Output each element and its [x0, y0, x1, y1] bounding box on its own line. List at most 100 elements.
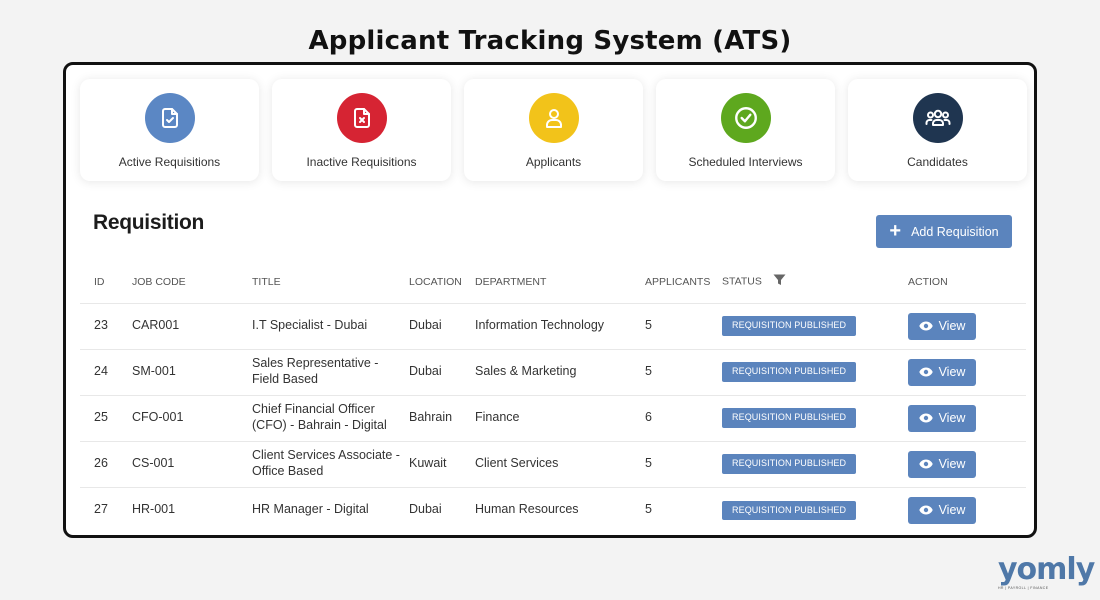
card-label: Active Requisitions [118, 155, 221, 169]
add-requisition-button[interactable]: + Add Requisition [876, 215, 1012, 248]
cell-title: HR Manager - Digital [252, 486, 409, 533]
view-label: View [938, 365, 966, 379]
cell-action: View [908, 486, 1026, 533]
cell-title: I.T Specialist - Dubai [252, 302, 409, 349]
column-header-applicants: APPLICANTS [645, 275, 711, 288]
card-label: Candidates [907, 155, 968, 169]
cell-status: REQUISITION PUBLISHED [722, 348, 908, 395]
status-badge: REQUISITION PUBLISHED [722, 316, 857, 336]
column-header-id: ID [94, 275, 105, 288]
cell-action: View [908, 440, 1026, 487]
card-inactive-requisitions[interactable]: Inactive Requisitions [272, 79, 451, 181]
column-header-location: LOCATION [409, 275, 462, 288]
check-circle-icon [720, 93, 771, 143]
cell-job-code: HR-001 [132, 486, 252, 533]
eye-icon [918, 367, 933, 377]
cell-department: Client Services [475, 440, 645, 487]
column-header-status: STATUS [722, 261, 908, 303]
cell-id: 25 [80, 394, 132, 441]
document-x-icon [336, 93, 387, 143]
user-icon [528, 93, 579, 143]
view-label: View [938, 319, 966, 333]
view-button[interactable]: View [908, 404, 976, 432]
cell-title: Client Services Associate - Office Based [252, 440, 409, 487]
cell-department: Finance [475, 394, 645, 441]
filter-icon[interactable] [773, 274, 786, 289]
view-button[interactable]: View [908, 312, 976, 340]
cell-applicants: 5 [645, 348, 722, 395]
status-header-label: STATUS [722, 275, 762, 288]
cell-job-code: CAR001 [132, 302, 252, 349]
view-label: View [938, 503, 966, 518]
card-active-requisitions[interactable]: Active Requisitions [80, 79, 259, 181]
cell-status: REQUISITION PUBLISHED [722, 302, 908, 349]
view-button[interactable]: View [908, 496, 976, 524]
cell-title: Chief Financial Officer (CFO) - Bahrain … [252, 394, 409, 441]
cell-job-code: SM-001 [132, 348, 252, 395]
yomly-logo: yomly HR | PAYROLL | FINANCE [998, 552, 1095, 591]
cell-applicants: 5 [645, 302, 722, 349]
table-header-row: ID JOB CODE TITLE LOCATION DEPARTMENT AP… [80, 261, 1026, 303]
card-label: Applicants [525, 155, 582, 169]
card-candidates[interactable]: Candidates [848, 79, 1027, 181]
card-applicants[interactable]: Applicants [464, 79, 643, 181]
document-check-icon [144, 93, 195, 143]
cell-location: Bahrain [409, 394, 475, 441]
cell-location: Dubai [409, 486, 475, 533]
view-label: View [938, 411, 966, 425]
table-row: 26 CS-001 Client Services Associate - Of… [80, 440, 1026, 487]
eye-icon [918, 505, 933, 515]
view-button[interactable]: View [908, 450, 976, 478]
cell-applicants: 6 [645, 394, 722, 441]
column-header-title: TITLE [252, 275, 281, 288]
app-window: Active Requisitions Inactive Requisition… [63, 62, 1037, 538]
cell-status: REQUISITION PUBLISHED [722, 486, 908, 533]
cell-job-code: CFO-001 [132, 394, 252, 441]
cell-status: REQUISITION PUBLISHED [722, 440, 908, 487]
cell-location: Dubai [409, 348, 475, 395]
status-badge: REQUISITION PUBLISHED [722, 362, 857, 382]
add-requisition-label: Add Requisition [911, 224, 999, 239]
cell-action: View [908, 302, 1026, 349]
cell-department: Sales & Marketing [475, 348, 645, 395]
column-header-job-code: JOB CODE [132, 275, 186, 288]
status-badge: REQUISITION PUBLISHED [722, 500, 857, 520]
cell-id: 26 [80, 440, 132, 487]
table-row: 23 CAR001 I.T Specialist - Dubai Dubai I… [80, 302, 1026, 349]
logo-word: yomly [998, 552, 1095, 587]
cell-status: REQUISITION PUBLISHED [722, 394, 908, 441]
table-row: 24 SM-001 Sales Representative - Field B… [80, 348, 1026, 395]
table-row: 25 CFO-001 Chief Financial Officer (CFO)… [80, 394, 1026, 441]
cell-action: View [908, 348, 1026, 395]
eye-icon [918, 459, 933, 469]
status-badge: REQUISITION PUBLISHED [722, 408, 857, 428]
cell-location: Kuwait [409, 440, 475, 487]
cell-title: Sales Representative - Field Based [252, 348, 409, 395]
view-button[interactable]: View [908, 358, 976, 386]
status-badge: REQUISITION PUBLISHED [722, 454, 857, 474]
cell-action: View [908, 394, 1026, 441]
eye-icon [918, 413, 933, 423]
card-scheduled-interviews[interactable]: Scheduled Interviews [656, 79, 835, 181]
eye-icon [918, 321, 933, 331]
page-title: Applicant Tracking System (ATS) [308, 26, 792, 56]
table-row: 27 HR-001 HR Manager - Digital Dubai Hum… [80, 486, 1026, 533]
summary-cards: Active Requisitions Inactive Requisition… [80, 79, 1027, 181]
cell-department: Human Resources [475, 486, 645, 533]
section-title: Requisition [93, 211, 205, 234]
card-label: Scheduled Interviews [688, 155, 803, 169]
cell-applicants: 5 [645, 440, 722, 487]
view-label: View [938, 457, 966, 471]
cell-department: Information Technology [475, 302, 645, 349]
cell-id: 23 [80, 302, 132, 349]
cell-id: 27 [80, 486, 132, 533]
plus-icon: + [889, 219, 902, 242]
column-header-action: ACTION [908, 275, 948, 288]
users-icon [912, 93, 963, 143]
requisition-table: ID JOB CODE TITLE LOCATION DEPARTMENT AP… [80, 261, 1026, 533]
cell-job-code: CS-001 [132, 440, 252, 487]
cell-location: Dubai [409, 302, 475, 349]
cell-applicants: 5 [645, 486, 722, 533]
card-label: Inactive Requisitions [306, 155, 417, 169]
column-header-department: DEPARTMENT [475, 275, 547, 288]
